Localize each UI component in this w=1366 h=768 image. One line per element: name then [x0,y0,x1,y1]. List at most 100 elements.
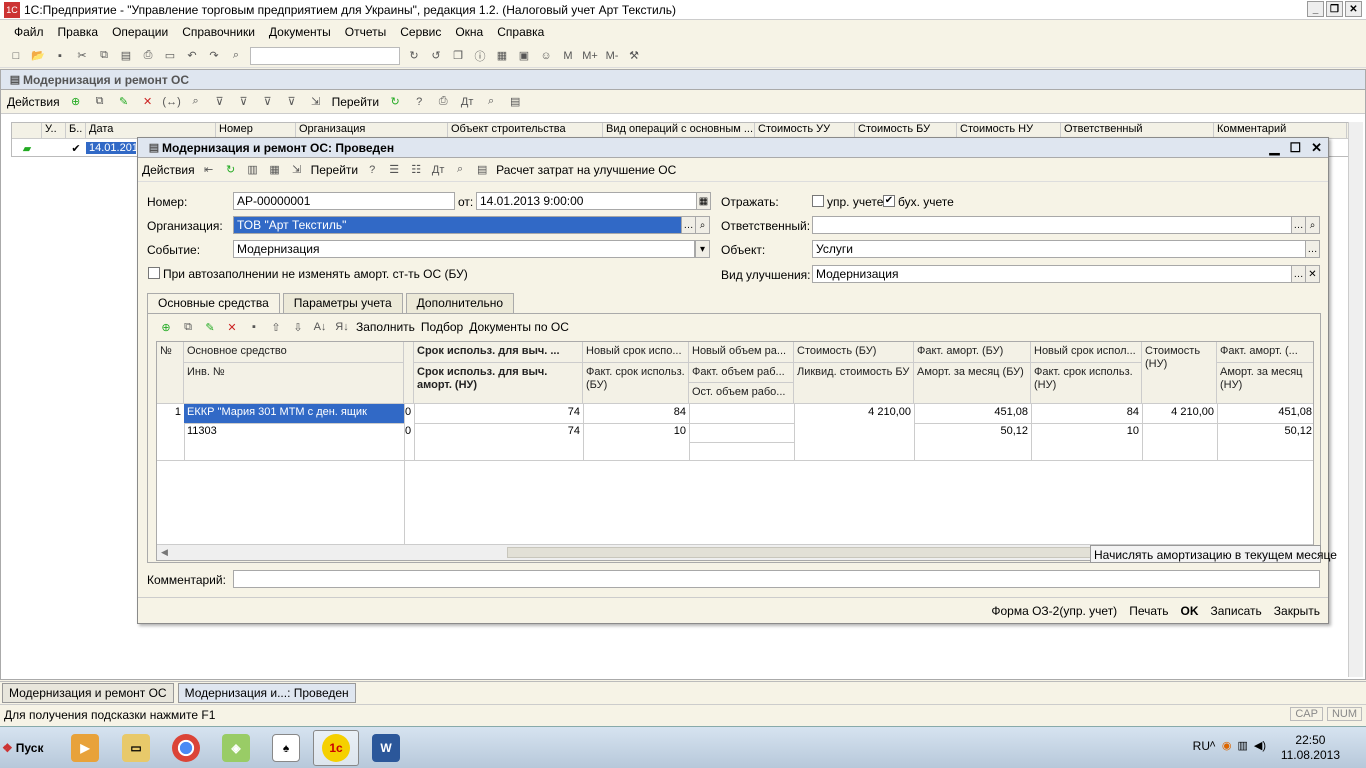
col-date[interactable]: Дата [86,123,216,138]
hdr-fact-srok-nu[interactable]: Факт. срок использ. (НУ) [1031,363,1142,404]
doc-close-icon[interactable]: ✕ [1311,140,1322,156]
language-indicator[interactable]: RU [1193,739,1210,753]
col-optype[interactable]: Вид операций с основным ... [603,123,755,138]
col-cost-nu[interactable]: Стоимость НУ [957,123,1061,138]
tray-volume-icon[interactable]: ◀) [1254,739,1266,752]
cell-srok2[interactable]: 74 [414,423,583,440]
hdr-liquid[interactable]: Ликвид. стоимость БУ [794,363,914,404]
window-tab-doc[interactable]: Модернизация и...: Проведен [177,682,356,703]
open-icon[interactable]: 📂 [30,48,46,64]
hdr-cost-nu[interactable]: Стоимость (НУ) [1142,342,1217,404]
taskbar-chrome[interactable] [163,730,209,766]
hdr-fact-am-nu[interactable]: Факт. аморт. (... [1217,342,1313,363]
search-combo[interactable] [250,46,400,65]
start-button[interactable]: ❖ Пуск [2,733,52,763]
menu-edit[interactable]: Правка [58,25,99,39]
cell-fact-am-nu[interactable]: 451,08 [1217,404,1313,421]
restore-icon[interactable]: ❐ [1326,1,1343,17]
filter-list-icon[interactable]: ⊽ [236,94,252,110]
doc-dtkt-icon[interactable]: Дт [430,162,446,178]
scroll-thumb[interactable] [507,547,1092,558]
hdr-os[interactable]: Основное средство [184,342,404,363]
copy-row-icon[interactable]: ⧉ [92,94,108,110]
list-print-icon[interactable]: ⎙ [435,94,451,110]
hdr-am-month-nu[interactable]: Аморт. за месяц (НУ) [1217,363,1313,404]
obj-select-button[interactable]: … [1305,240,1320,258]
window-tab-list[interactable]: Модернизация и ремонт ОС [2,682,174,703]
list-goto-menu[interactable]: Перейти [332,95,380,109]
hdr-fact-vol[interactable]: Факт. объем раб... [689,363,794,383]
hdr-am-month[interactable]: Аморт. за месяц (БУ) [914,363,1031,404]
calendar-icon[interactable]: ▣ [516,48,532,64]
doc-maximize-icon[interactable]: ☐ [1289,140,1301,156]
preview-icon[interactable]: ▭ [162,48,178,64]
hdr-new-srok2[interactable]: Новый срок испол... [1031,342,1142,363]
col-resp[interactable]: Ответственный [1061,123,1214,138]
report-icon[interactable]: ▤ [507,94,523,110]
search-icon[interactable]: ⌕ [228,48,244,64]
col-number[interactable]: Номер [216,123,296,138]
refresh-icon[interactable]: ↻ [387,94,403,110]
cell-new-srok2[interactable]: 84 [1031,404,1142,421]
taskbar-solitaire[interactable]: ♠ [263,730,309,766]
cut-icon[interactable]: ✂ [74,48,90,64]
cell-new-srok[interactable]: 84 [583,404,689,421]
unpost-icon[interactable]: ▦ [267,162,283,178]
comment-field[interactable] [233,570,1320,588]
calendar-button[interactable]: ▦ [696,192,711,210]
doc-minimize-icon[interactable]: ▁ [1269,140,1279,156]
date-field[interactable]: 14.01.2013 9:00:00 [476,192,698,210]
col-comment[interactable]: Комментарий [1214,123,1347,138]
post-icon[interactable]: ▥ [245,162,261,178]
ok-button[interactable]: OK [1181,604,1199,618]
close-button[interactable]: Закрыть [1274,604,1320,618]
find-prev-icon[interactable]: ↺ [428,48,444,64]
minimize-icon[interactable]: _ [1307,1,1324,17]
number-field[interactable]: АР-00000001 [233,192,455,210]
hdr-fact-am[interactable]: Факт. аморт. (БУ) [914,342,1031,363]
cell-fact-srok-nu[interactable]: 10 [1031,423,1142,440]
hdr-fact-srok[interactable]: Факт. срок использ. (БУ) [583,363,689,404]
delete-icon[interactable]: ✕ [140,94,156,110]
grid-edit-icon[interactable]: ✎ [202,319,218,335]
col-cost-uu[interactable]: Стоимость УУ [755,123,855,138]
grid-copy-icon[interactable]: ⧉ [180,319,196,335]
window-icon[interactable]: ❐ [450,48,466,64]
obj-field[interactable]: Услуги [812,240,1306,258]
event-dropdown-button[interactable]: ▾ [695,240,710,258]
find-icon[interactable]: ⌕ [188,94,204,110]
tab-accounting-params[interactable]: Параметры учета [282,293,403,313]
clock[interactable]: 22:50 11.08.2013 [1281,733,1340,763]
save-button[interactable]: Записать [1211,604,1262,618]
calculator-icon[interactable]: ▦ [494,48,510,64]
filter-icon[interactable]: ⊽ [212,94,228,110]
doc-help-icon[interactable]: ? [364,162,380,178]
menu-operations[interactable]: Операции [112,25,168,39]
event-field[interactable]: Модернизация [233,240,695,258]
impr-clear-button[interactable]: ✕ [1305,265,1320,283]
move-up-icon[interactable]: ⇧ [268,319,284,335]
list-scrollbar[interactable] [1348,122,1363,677]
taskbar-explorer[interactable]: ▭ [113,730,159,766]
taskbar-media-player[interactable]: ▶ [62,730,108,766]
col-org[interactable]: Организация [296,123,448,138]
menu-windows[interactable]: Окна [455,25,483,39]
undo-icon[interactable]: ↶ [184,48,200,64]
org-field[interactable]: ТОВ "Арт Текстиль" [233,216,683,234]
paste-icon[interactable]: ▤ [118,48,134,64]
filter-value-icon[interactable]: ⊽ [260,94,276,110]
help-icon[interactable]: ? [411,94,427,110]
doc-table-icon[interactable]: ☰ [386,162,402,178]
sort-desc-icon[interactable]: Я↓ [334,319,350,335]
doc-actions-menu[interactable]: Действия [142,163,195,177]
cell-cost-nu[interactable]: 4 210,00 [1142,404,1217,421]
col-u[interactable]: У.. [42,123,66,138]
doc-tree-icon[interactable]: ☷ [408,162,424,178]
hdr-inv[interactable]: Инв. № [184,363,404,404]
hdr-ost-vol[interactable]: Ост. объем рабо... [689,383,794,404]
grid-end-edit-icon[interactable]: ▪ [246,319,262,335]
menu-service[interactable]: Сервис [400,25,441,39]
move-down-icon[interactable]: ⇩ [290,319,306,335]
impr-select-button[interactable]: … [1291,265,1306,283]
hdr-new-srok[interactable]: Новый срок испо... [583,342,689,363]
